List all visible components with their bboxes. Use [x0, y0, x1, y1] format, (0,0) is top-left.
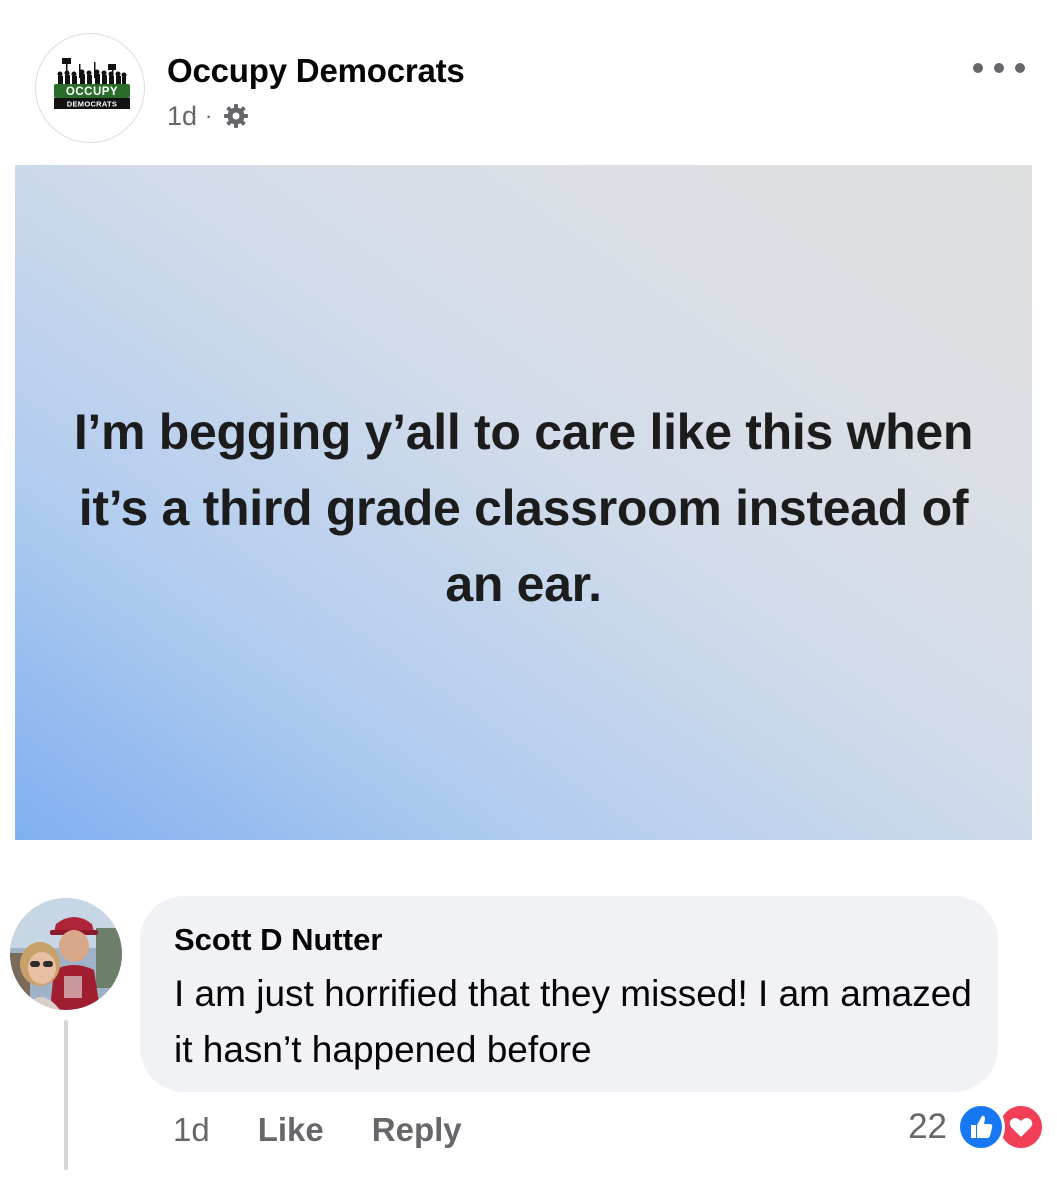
- logo-text-occupy: OCCUPY: [66, 86, 118, 98]
- commenter-avatar[interactable]: [10, 898, 122, 1010]
- post-text-card: I’m begging y’all to care like this when…: [15, 165, 1032, 840]
- reply-button[interactable]: Reply: [372, 1111, 462, 1149]
- page-avatar[interactable]: OCCUPY DEMOCRATS: [35, 33, 145, 143]
- reaction-summary[interactable]: 22: [908, 1102, 1049, 1152]
- gear-icon[interactable]: [222, 102, 250, 130]
- thread-line: [64, 1020, 68, 1170]
- comment-bubble: Scott D Nutter I am just horrified that …: [140, 896, 998, 1092]
- post-header: OCCUPY DEMOCRATS Occupy Democrats 1d ·: [0, 0, 1057, 160]
- comment-text: I am just horrified that they missed! I …: [174, 973, 972, 1070]
- like-button[interactable]: Like: [258, 1111, 324, 1149]
- more-horizontal-icon[interactable]: [973, 56, 1025, 80]
- commenter-name[interactable]: Scott D Nutter: [174, 922, 382, 958]
- reaction-icons: [957, 1103, 1049, 1151]
- meta-separator: ·: [205, 103, 213, 128]
- comment-timestamp[interactable]: 1d: [173, 1111, 210, 1149]
- post-author-name[interactable]: Occupy Democrats: [167, 52, 465, 90]
- post-timestamp[interactable]: 1d: [167, 101, 197, 132]
- occupy-democrats-logo: OCCUPY DEMOCRATS: [54, 58, 130, 109]
- post-text: I’m begging y’all to care like this when…: [73, 403, 974, 612]
- comment: Scott D Nutter I am just horrified that …: [0, 890, 1057, 1200]
- like-reaction-icon: [957, 1103, 1005, 1151]
- logo-text-democrats: DEMOCRATS: [67, 100, 117, 109]
- reaction-count: 22: [908, 1107, 947, 1146]
- comment-actions: 1d Like Reply: [173, 1108, 510, 1152]
- post-meta: 1d ·: [167, 98, 250, 134]
